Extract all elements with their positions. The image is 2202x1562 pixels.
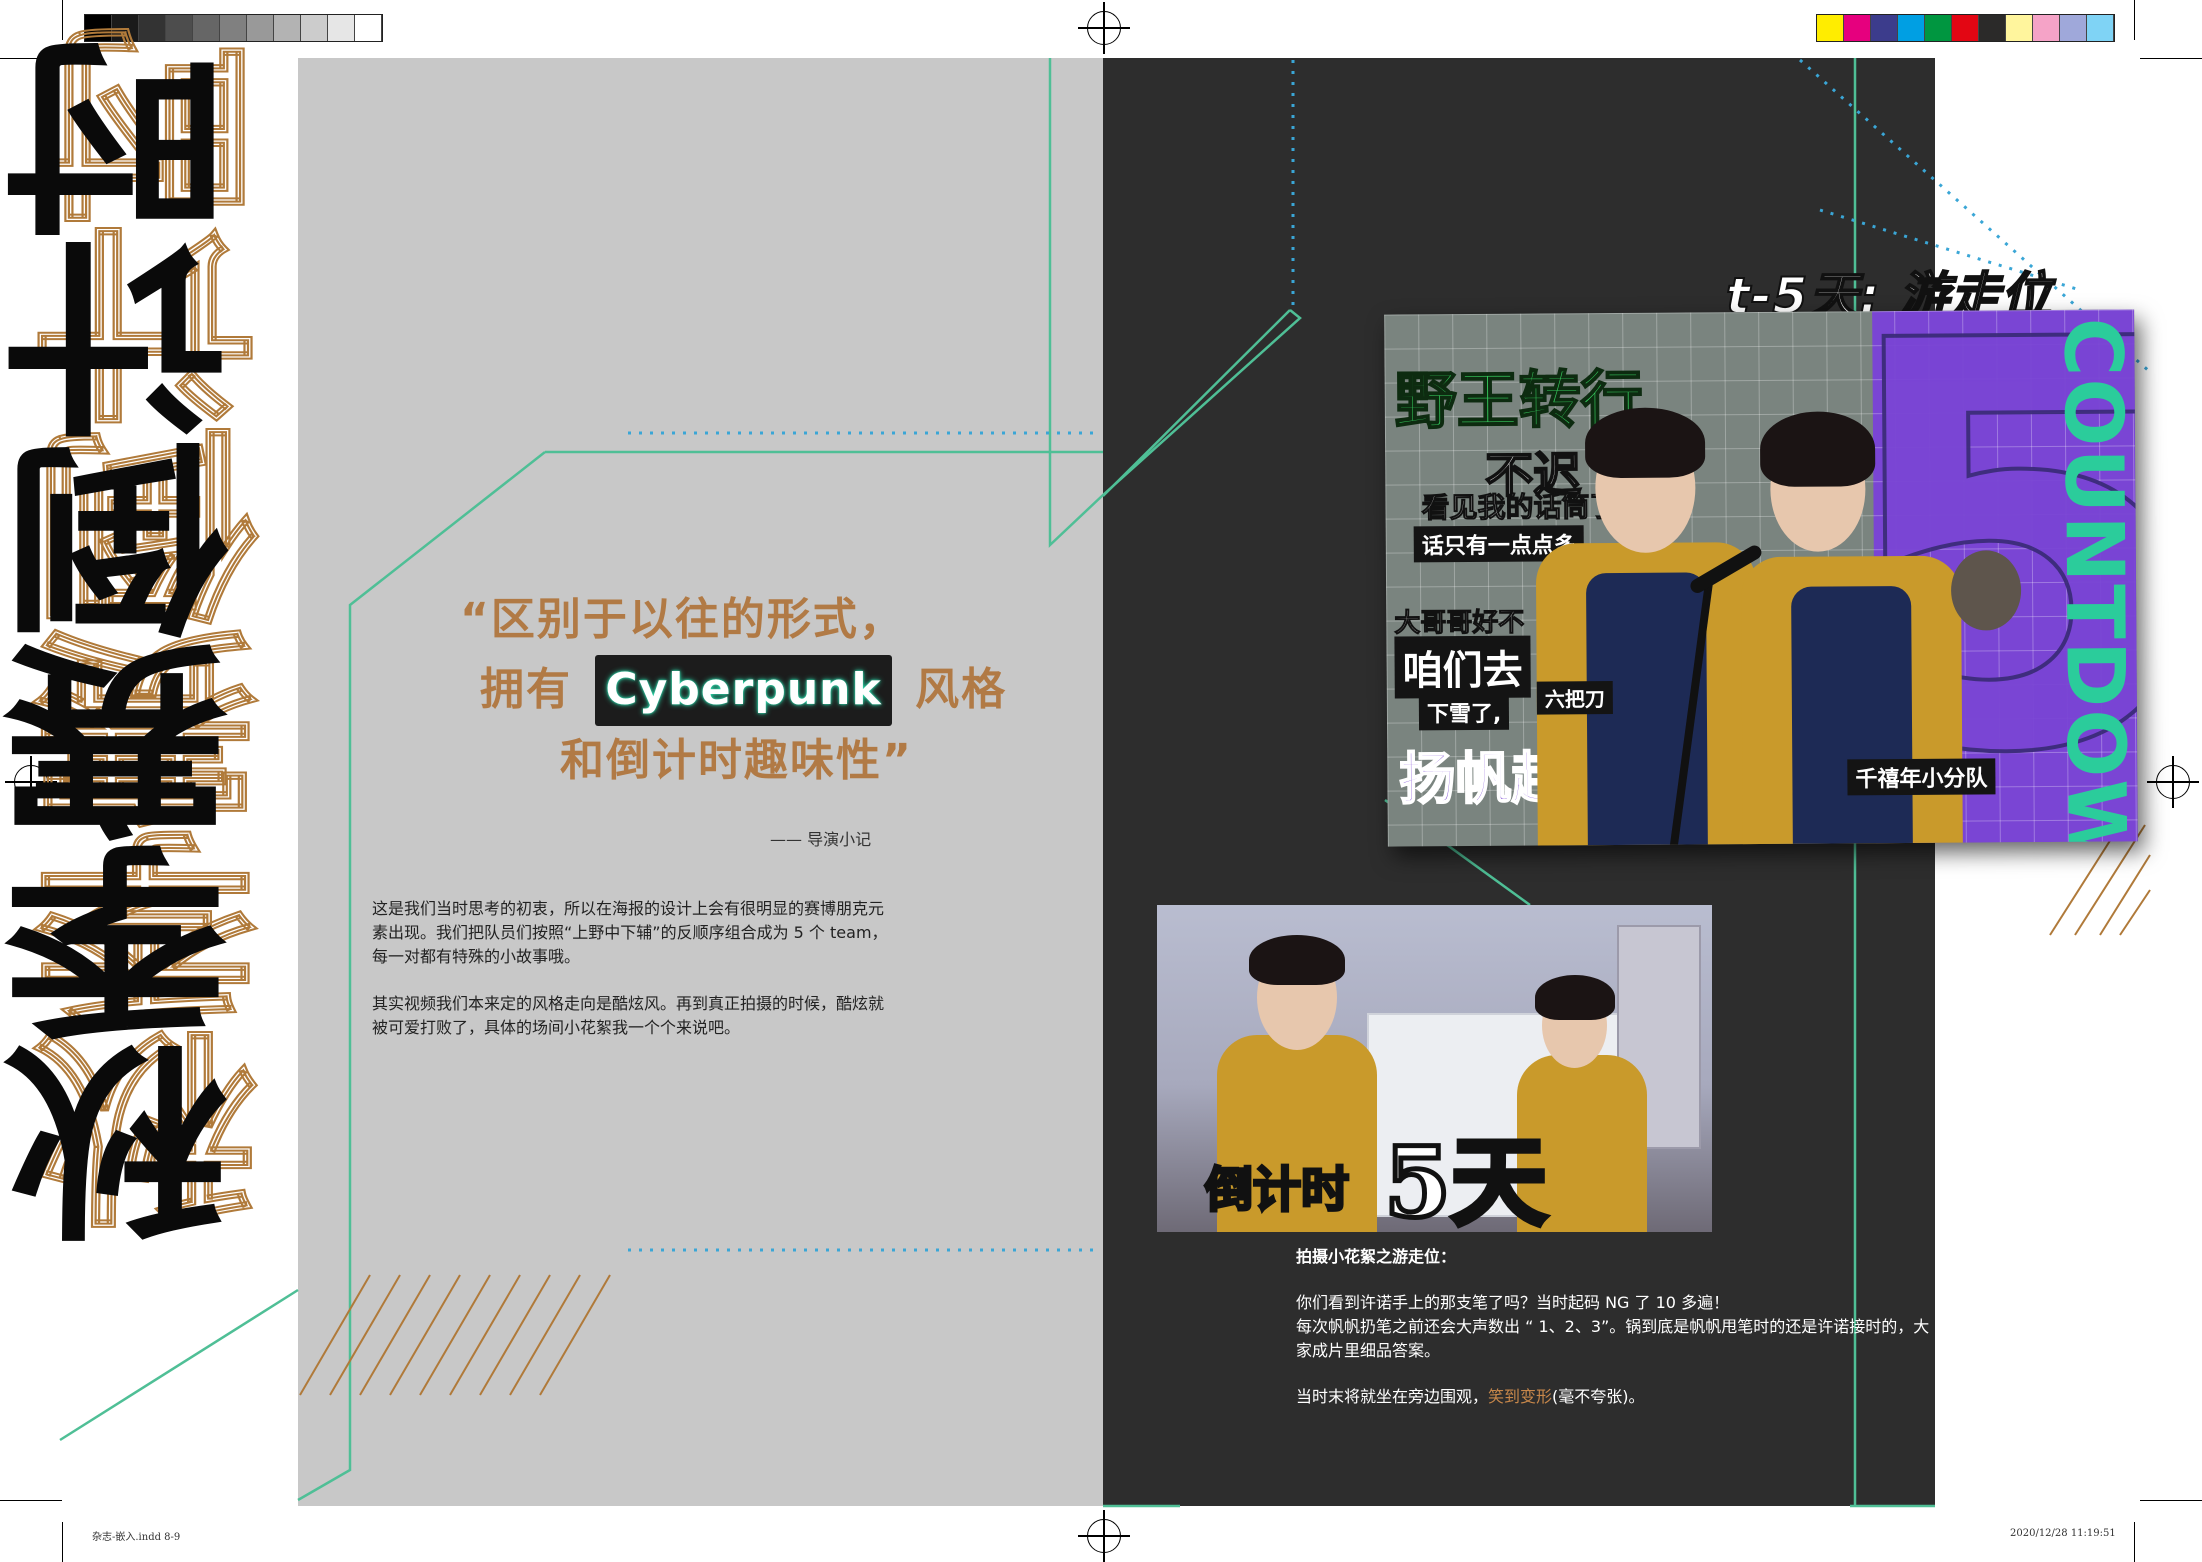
photo-caption: 倒计时 5天 bbox=[1203, 1105, 1550, 1233]
trivia-heading: 拍摄小花絮之游走位： bbox=[1296, 1247, 1457, 1266]
quote-line-2: 拥有 Cyberpunk 风格 bbox=[460, 655, 1100, 726]
poster-text-6: 咱们去 bbox=[1394, 635, 1531, 699]
cyberpunk-highlight: Cyberpunk bbox=[595, 655, 892, 726]
player-left-hair bbox=[1584, 407, 1706, 479]
quote-author: —— 导演小记 bbox=[770, 830, 872, 849]
trivia-paragraph-2-start: 当时末将就坐在旁边围观， bbox=[1296, 1387, 1489, 1406]
poster-text-5: 大哥哥好不 bbox=[1394, 607, 1525, 639]
countdown-poster: 5 COUNTDOWN 野王转行 不迟 看见我的话筒了 话只有一点点多 大哥哥好… bbox=[1384, 309, 2138, 847]
behind-the-scenes-photo: 倒计时 5天 bbox=[1157, 905, 1712, 1232]
trivia-paragraph-2-end: (毫不夸张)。 bbox=[1552, 1387, 1645, 1406]
quote-line-1: “区别于以往的形式， bbox=[460, 594, 905, 645]
photo-player-right-hair bbox=[1535, 975, 1615, 1020]
photo-caption-big: 5天 bbox=[1382, 1124, 1550, 1233]
player-right-shirt bbox=[1791, 585, 1913, 847]
body-paragraph-1: 这是我们当时思考的初衷，所以在海报的设计上会有很明显的赛博朋克元素出现。我们把队… bbox=[372, 899, 888, 966]
quote-line-2-end: 风格 bbox=[915, 664, 1008, 716]
slug-filename: 杂志-嵌入.indd 8-9 bbox=[92, 1532, 181, 1543]
title-text: 秋季赛倒计时 bbox=[5, 40, 267, 1246]
poster-vertical-text: COUNTDOWN bbox=[2046, 317, 2138, 847]
vertical-title: 秋季赛倒计时 秋季赛倒计时 bbox=[5, 25, 298, 1520]
trivia-paragraph-1-line-1: 你们看到许诺手上的那支笔了吗？当时起码 NG 了 10 多遍！ bbox=[1296, 1293, 1730, 1312]
cat-sticker bbox=[1950, 550, 2022, 631]
poster-text-7: 下雪了, bbox=[1418, 693, 1510, 731]
photo-player-left-hair bbox=[1249, 935, 1345, 985]
poster-text-3: 看见我的话筒了 bbox=[1421, 490, 1618, 525]
trivia-paragraph-1: 你们看到许诺手上的那支笔了吗？当时起码 NG 了 10 多遍！ 每次帆帆扔笔之前… bbox=[1296, 1291, 1936, 1363]
trivia-paragraph-1-line-2: 每次帆帆扔笔之前还会大声数出 “ 1、2、3”。锅到底是帆帆甩笔时的还是许诺接时… bbox=[1296, 1317, 1930, 1360]
trivia-highlight: 笑到变形 bbox=[1488, 1387, 1553, 1406]
pull-quote: “区别于以往的形式， 拥有 Cyberpunk 风格 和倒计时趣味性” bbox=[460, 585, 1100, 796]
photo-caption-small: 倒计时 bbox=[1203, 1161, 1350, 1220]
quote-line-3: 和倒计时趣味性” bbox=[560, 734, 913, 786]
poster-label-left: 六把刀 bbox=[1536, 681, 1613, 715]
poster-label-right: 千禧年小分队 bbox=[1847, 758, 1996, 796]
slug-timestamp: 2020/12/28 11:19:51 bbox=[2010, 1528, 2116, 1539]
trivia-paragraph-2: 当时末将就坐在旁边围观，笑到变形(毫不夸张)。 bbox=[1296, 1385, 1645, 1409]
player-right-hair bbox=[1759, 411, 1876, 488]
body-paragraph-2: 其实视频我们本来定的风格走向是酷炫风。再到真正拍摄的时候，酷炫就被可爱打败了，具… bbox=[372, 994, 885, 1037]
quote-line-2-start: 拥有 bbox=[480, 664, 572, 716]
